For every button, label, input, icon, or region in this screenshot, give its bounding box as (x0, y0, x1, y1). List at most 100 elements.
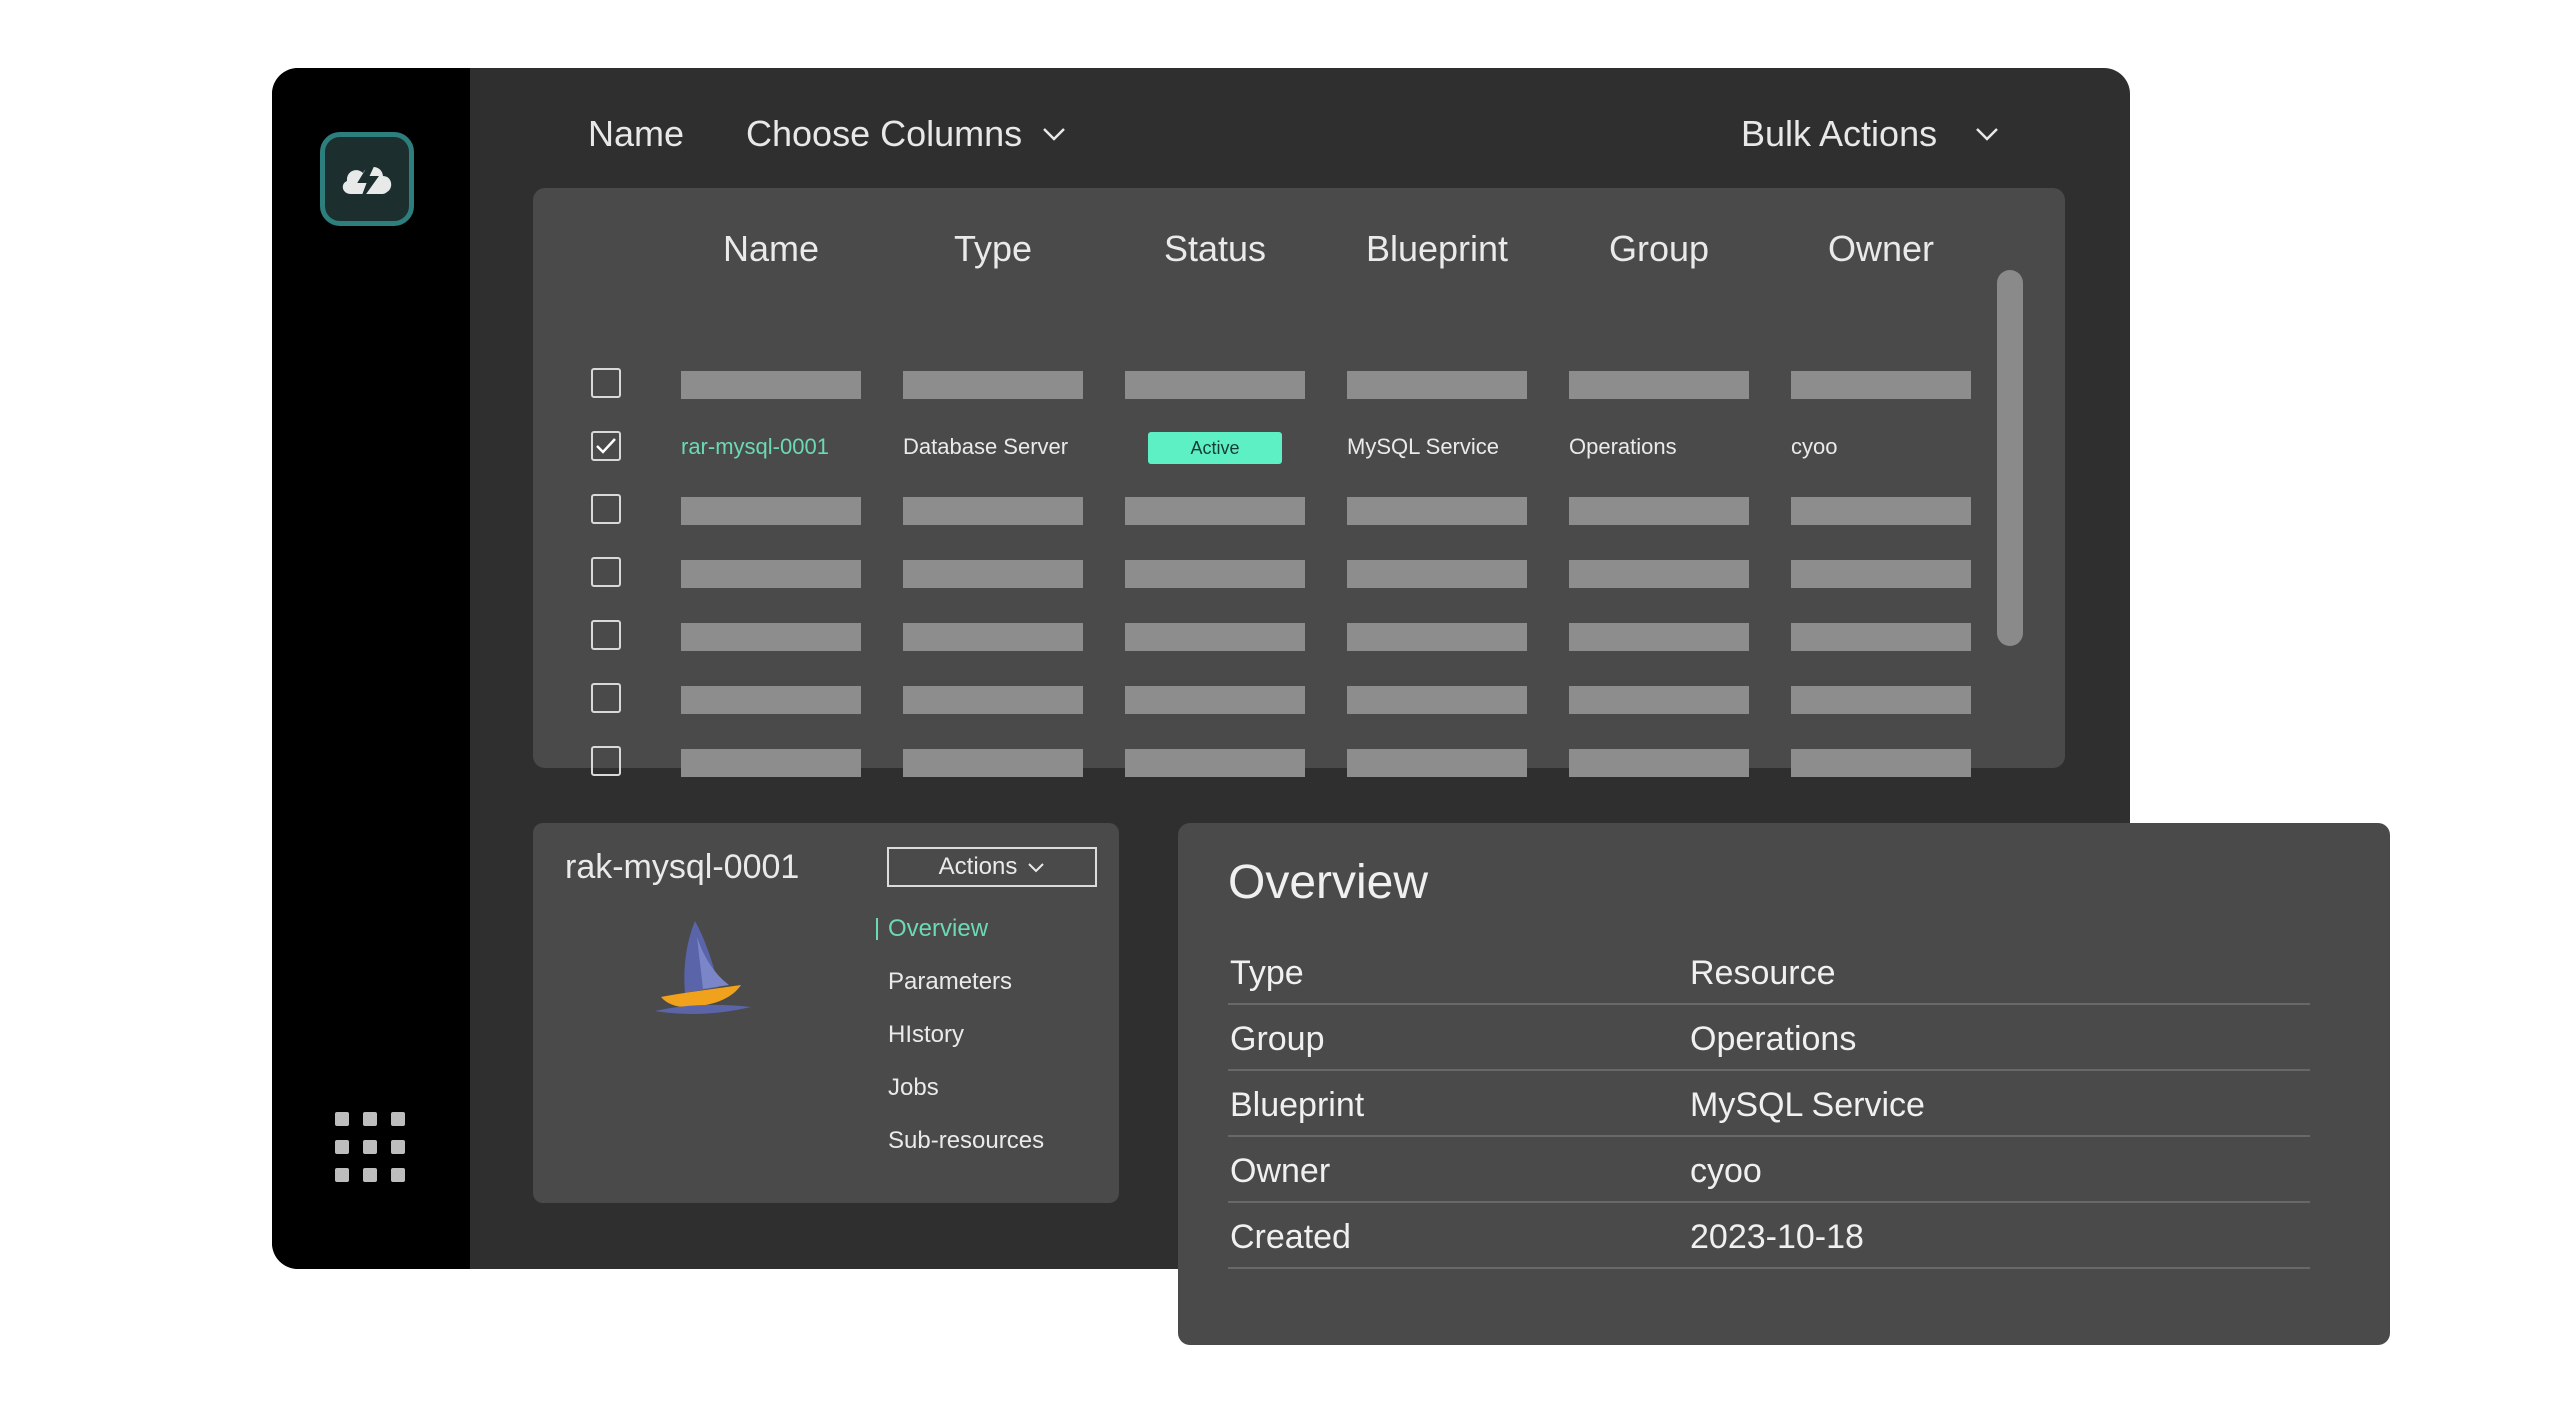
placeholder-cell (681, 560, 861, 588)
resource-title: rak-mysql-0001 (565, 848, 800, 886)
placeholder-cell (1347, 623, 1527, 651)
placeholder-cell (1791, 623, 1971, 651)
overview-key: Group (1230, 1020, 1325, 1058)
actions-dropdown-button[interactable]: Actions (887, 847, 1097, 887)
placeholder-cell (1125, 560, 1305, 588)
placeholder-cell (1791, 560, 1971, 588)
overview-value: 2023-10-18 (1690, 1218, 1864, 1256)
placeholder-cell (1791, 371, 1971, 399)
overview-key: Owner (1230, 1152, 1331, 1190)
overview-value: cyoo (1690, 1152, 1762, 1190)
table-row[interactable] (533, 490, 2065, 530)
overview-row: Group Operations (1228, 1005, 2310, 1071)
row-checkbox[interactable] (591, 746, 621, 776)
row-checkbox[interactable] (591, 368, 621, 398)
overview-value: MySQL Service (1690, 1086, 1925, 1124)
nav-overview-label: Overview (888, 915, 989, 942)
row-checkbox-checked[interactable] (591, 431, 621, 461)
column-header-status[interactable]: Status (1125, 224, 1305, 274)
overview-key: Created (1230, 1218, 1351, 1256)
resource-table: Name Type Status Blueprint Group Owner r… (533, 188, 2065, 777)
placeholder-cell (903, 623, 1083, 651)
placeholder-cell (1347, 560, 1527, 588)
actions-label: Actions (938, 853, 1018, 880)
column-header-type[interactable]: Type (903, 224, 1083, 274)
sidebar (272, 68, 470, 1269)
bulk-actions-label: Bulk Actions (1741, 113, 1938, 154)
table-row-selected[interactable]: rar-mysql-0001 Database Server Active My… (533, 427, 2065, 467)
row-checkbox[interactable] (591, 494, 621, 524)
column-header-group[interactable]: Group (1569, 224, 1749, 274)
overview-title: Overview (1228, 856, 1429, 909)
nav-history[interactable]: HIstory (888, 1019, 964, 1051)
chevron-down-icon (1028, 862, 1045, 872)
placeholder-cell (1569, 686, 1749, 714)
placeholder-cell (1569, 560, 1749, 588)
table-row[interactable] (533, 679, 2065, 719)
placeholder-cell (1125, 371, 1305, 399)
bulk-actions-dropdown[interactable]: Bulk Actions (1741, 110, 1999, 158)
name-filter-label: Name (588, 113, 685, 154)
table-row[interactable] (533, 553, 2065, 593)
nav-jobs[interactable]: Jobs (888, 1072, 939, 1104)
overview-row: Blueprint MySQL Service (1228, 1071, 2310, 1137)
overview-value: Resource (1690, 954, 1836, 992)
placeholder-cell (1125, 749, 1305, 777)
placeholder-cell (1569, 371, 1749, 399)
placeholder-cell (1569, 749, 1749, 777)
resource-name-link[interactable]: rar-mysql-0001 (681, 427, 829, 467)
placeholder-cell (1125, 686, 1305, 714)
placeholder-cell (1791, 497, 1971, 525)
group-cell: Operations (1569, 434, 1677, 459)
row-checkbox[interactable] (591, 620, 621, 650)
placeholder-cell (681, 749, 861, 777)
placeholder-cell (1791, 686, 1971, 714)
name-filter-button[interactable]: Name (588, 110, 684, 158)
active-indicator (876, 918, 878, 940)
table-row[interactable] (533, 742, 2065, 782)
nav-overview[interactable]: Overview (876, 913, 989, 945)
choose-columns-dropdown[interactable]: Choose Columns (746, 110, 1066, 158)
chevron-down-icon (1976, 128, 1998, 141)
overview-row: Owner cyoo (1228, 1137, 2310, 1203)
placeholder-cell (903, 686, 1083, 714)
type-cell: Database Server (903, 434, 1069, 459)
placeholder-cell (1125, 623, 1305, 651)
owner-cell: cyoo (1791, 434, 1838, 459)
toolbar: Name Choose Columns Bulk Actions (272, 68, 2130, 198)
app-grid-icon[interactable] (335, 1112, 407, 1184)
resource-detail-panel: rak-mysql-0001 Actions Overview Paramete… (533, 823, 1119, 1203)
column-header-name[interactable]: Name (681, 224, 861, 274)
choose-columns-label: Choose Columns (746, 113, 1023, 154)
placeholder-cell (903, 560, 1083, 588)
row-checkbox[interactable] (591, 557, 621, 587)
overview-card: Overview Type Resource Group Operations … (1178, 823, 2390, 1345)
placeholder-cell (1791, 749, 1971, 777)
placeholder-cell (1347, 497, 1527, 525)
chevron-down-icon (1043, 128, 1066, 141)
placeholder-cell (1125, 497, 1305, 525)
placeholder-cell (1569, 497, 1749, 525)
column-header-blueprint[interactable]: Blueprint (1347, 224, 1527, 274)
placeholder-cell (1347, 371, 1527, 399)
checkmark-icon (596, 438, 616, 454)
blueprint-cell: MySQL Service (1347, 434, 1500, 459)
status-badge: Active (1148, 432, 1282, 464)
overview-value: Operations (1690, 1020, 1857, 1058)
overview-row: Type Resource (1228, 939, 2310, 1005)
nav-sub-resources[interactable]: Sub-resources (888, 1125, 1044, 1157)
table-scrollbar[interactable] (1997, 270, 2023, 646)
overview-row: Created 2023-10-18 (1228, 1203, 2310, 1269)
table-row[interactable] (533, 616, 2065, 656)
placeholder-cell (1347, 749, 1527, 777)
table-row[interactable] (533, 364, 2065, 404)
placeholder-cell (681, 686, 861, 714)
placeholder-cell (681, 623, 861, 651)
nav-parameters[interactable]: Parameters (888, 966, 1012, 998)
column-header-owner[interactable]: Owner (1791, 224, 1971, 274)
placeholder-cell (903, 497, 1083, 525)
placeholder-cell (1347, 686, 1527, 714)
placeholder-cell (903, 749, 1083, 777)
placeholder-cell (1569, 623, 1749, 651)
row-checkbox[interactable] (591, 683, 621, 713)
